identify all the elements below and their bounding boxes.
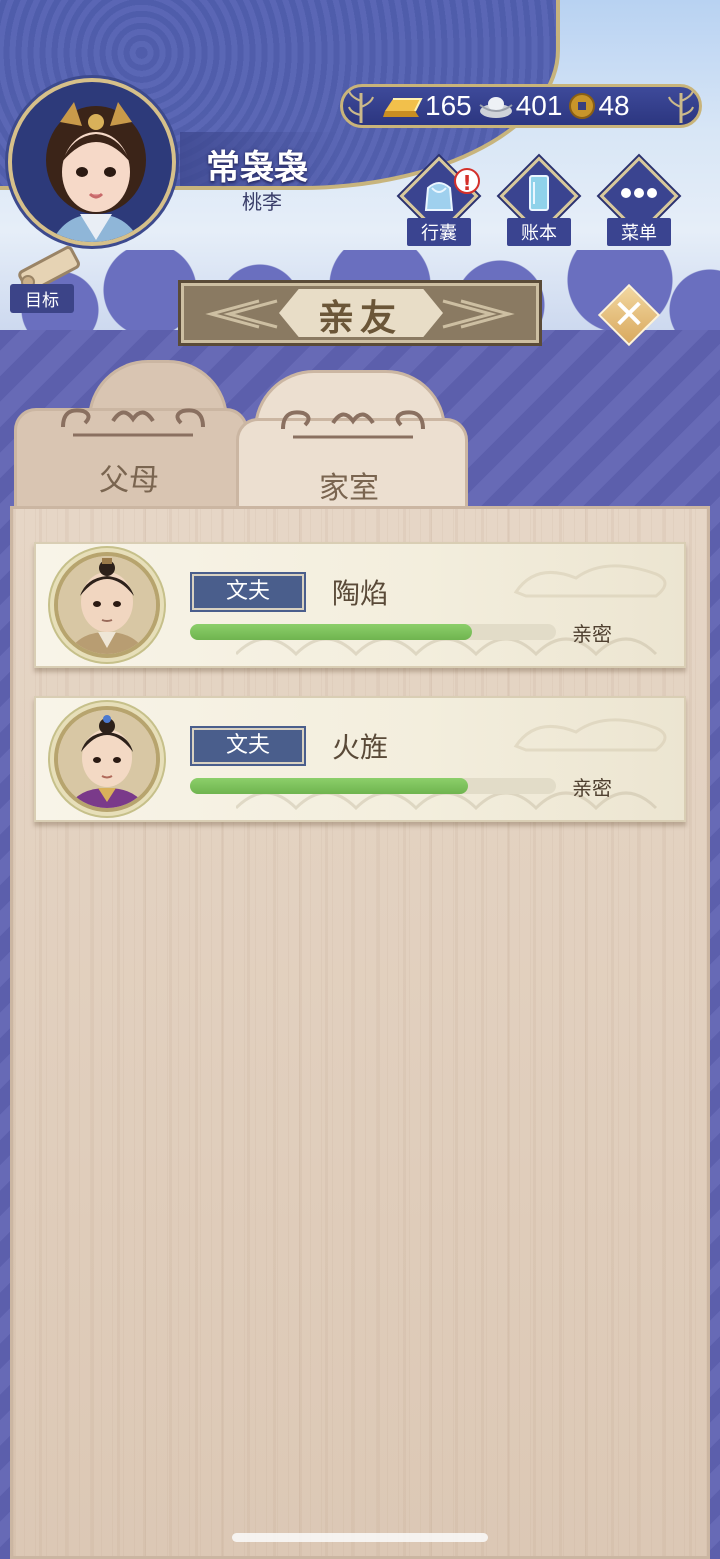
silver-counter: 401 <box>478 90 563 122</box>
copper-coin-icon <box>569 93 596 119</box>
menu-button[interactable]: 菜单 <box>598 156 680 246</box>
menu-label: 菜单 <box>607 218 671 246</box>
close-icon: ✕ <box>612 292 646 338</box>
tab-parents-label: 父母 <box>99 463 159 498</box>
ledger-icon <box>529 175 549 211</box>
title-banner: 亲友 <box>178 280 542 346</box>
cloud-swirl-icon <box>61 408 205 437</box>
bamboo-icon <box>348 90 374 123</box>
ledger-label: 账本 <box>507 218 571 246</box>
intimacy-label: 亲密 <box>572 622 612 646</box>
silver-value: 401 <box>515 90 563 121</box>
tab-family-label: 家室 <box>319 471 379 506</box>
relation-tag: 文夫 <box>192 574 304 610</box>
coin-counter: 48 <box>568 90 630 122</box>
banner-ornament-right <box>442 299 515 329</box>
cloud-swirl-icon <box>281 410 425 439</box>
relation-tag: 文夫 <box>192 728 304 764</box>
silver-ingot-icon <box>479 97 513 118</box>
bag-button[interactable]: ! 行囊 <box>398 156 480 246</box>
tab-parents[interactable]: 父母 <box>14 408 248 514</box>
ledger-button[interactable]: 账本 <box>498 156 580 246</box>
relation-card[interactable]: 文夫 火旌 亲密 <box>34 696 686 822</box>
close-button[interactable]: ✕ <box>597 283 661 347</box>
goal-label: 目标 <box>10 284 74 313</box>
cloud-decoration <box>513 564 667 598</box>
alert-badge: ! <box>454 168 480 195</box>
player-avatar[interactable] <box>8 78 176 246</box>
bag-icon <box>424 182 454 211</box>
gold-value: 165 <box>425 90 472 121</box>
cloud-decoration <box>513 718 667 752</box>
bamboo-icon <box>668 90 694 123</box>
intimacy-bar-fill <box>190 624 472 640</box>
relation-name: 陶焰 <box>332 577 389 610</box>
tab-family[interactable]: 家室 <box>236 410 468 518</box>
intimacy-label: 亲密 <box>572 776 612 800</box>
avatar <box>54 706 160 812</box>
spouse-portrait <box>58 556 156 654</box>
player-title: 桃李 <box>242 190 282 214</box>
gold-ingot-icon <box>383 98 423 117</box>
player-portrait <box>46 102 146 242</box>
currency-bar: 165 401 48 <box>340 84 702 128</box>
intimacy-bar <box>190 624 556 640</box>
intimacy-bar-fill <box>190 778 469 794</box>
gold-counter: 165 <box>381 90 472 122</box>
relation-card[interactable]: 文夫 陶焰 亲密 <box>34 542 686 668</box>
avatar <box>54 552 160 658</box>
bag-label: 行囊 <box>407 218 471 246</box>
home-indicator[interactable] <box>232 1533 488 1542</box>
more-icon <box>621 188 657 198</box>
intimacy-bar <box>190 778 556 794</box>
player-name: 常袅袅 <box>206 148 308 188</box>
spouse-portrait <box>58 710 156 808</box>
relation-name: 火旌 <box>332 731 389 764</box>
coin-value: 48 <box>598 90 630 121</box>
